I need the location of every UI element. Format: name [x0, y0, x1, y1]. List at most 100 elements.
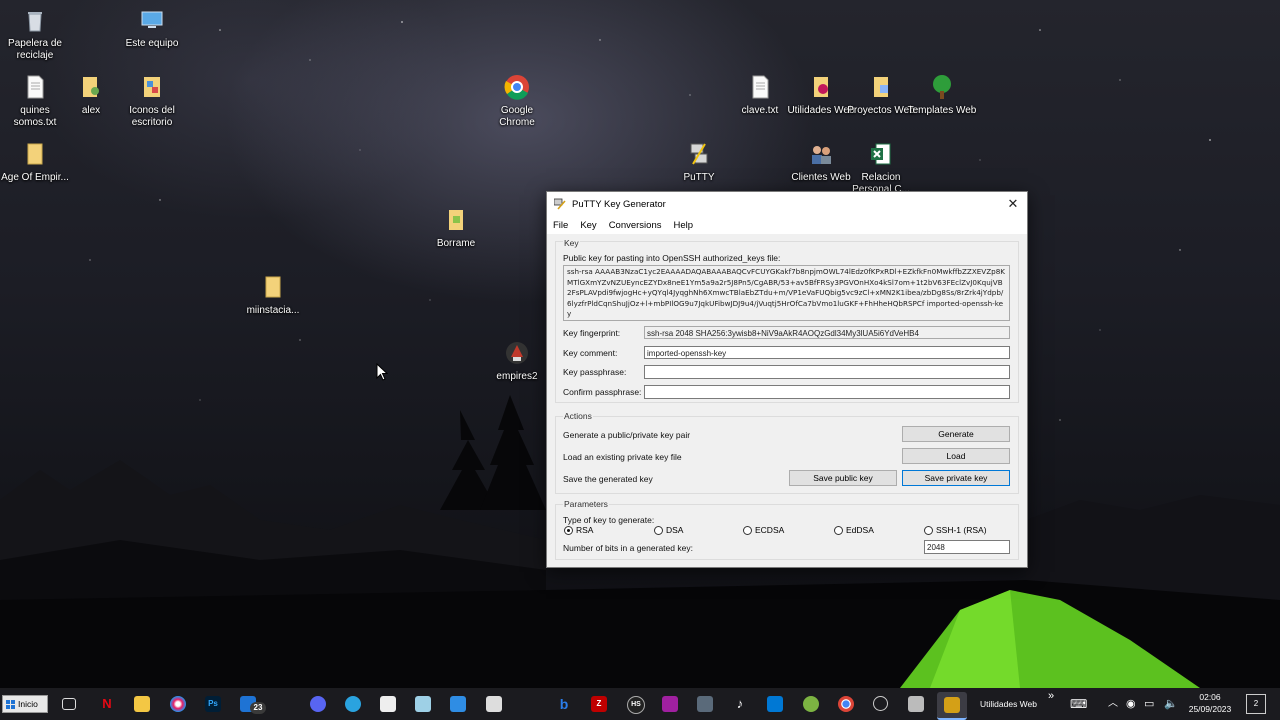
- start-label: Inicio: [18, 699, 38, 709]
- start-button[interactable]: Inicio: [2, 695, 48, 713]
- folder-icon: [265, 276, 281, 298]
- desktop-icon-clave-txt[interactable]: clave.txt: [725, 73, 795, 117]
- color-app-icon[interactable]: [166, 692, 190, 716]
- key-comment-field[interactable]: imported-openssh-key: [644, 346, 1010, 359]
- icon-label: miinstacia...: [246, 305, 300, 316]
- menu-conversions[interactable]: Conversions: [609, 220, 662, 231]
- folder-icon: [449, 210, 463, 230]
- task-view-icon[interactable]: [56, 692, 80, 716]
- radio-ssh1-rsa[interactable]: SSH-1 (RSA): [924, 525, 987, 535]
- icon-label: Borrame: [436, 238, 476, 249]
- photoshop-icon[interactable]: Ps: [201, 692, 225, 716]
- notepad-icon[interactable]: [411, 692, 435, 716]
- notification-center-icon[interactable]: 2: [1246, 694, 1266, 714]
- radio-rsa[interactable]: RSA: [564, 525, 593, 535]
- generate-text: Generate a public/private key pair: [563, 430, 691, 440]
- text-file-icon: [752, 75, 769, 99]
- generate-button[interactable]: Generate: [902, 426, 1010, 442]
- load-button[interactable]: Load: [902, 448, 1010, 464]
- public-key-textarea[interactable]: ssh-rsa AAAAB3NzaC1yc2EAAAADAQABAAABAQCv…: [563, 265, 1010, 321]
- desktop-icon-alex[interactable]: alex: [56, 73, 126, 117]
- parameters-group-label: Parameters: [563, 499, 609, 509]
- overflow-chevron-icon[interactable]: »: [1048, 686, 1054, 718]
- radio-dot: [654, 525, 663, 535]
- key-type-label: Type of key to generate:: [563, 515, 655, 525]
- clapper-icon[interactable]: [482, 692, 506, 716]
- radio-label: EdDSA: [846, 525, 874, 535]
- icon-label: Este equipo: [125, 38, 179, 49]
- radio-ecdsa[interactable]: ECDSA: [743, 525, 784, 535]
- chrome-icon: [504, 75, 529, 100]
- desktop-icon-recycle-bin[interactable]: Papelera de reciclaje: [0, 6, 70, 62]
- icon-label: clave.txt: [741, 105, 779, 116]
- key-passphrase-field[interactable]: [644, 365, 1010, 379]
- desktop-icon-google-chrome[interactable]: Google Chrome: [482, 73, 552, 129]
- radio-eddsa[interactable]: EdDSA: [834, 525, 874, 535]
- filezilla-icon[interactable]: Z: [587, 692, 611, 716]
- desktop-icon-templates-web[interactable]: Templates Web: [907, 73, 977, 117]
- file-explorer-icon[interactable]: [130, 692, 154, 716]
- desktop-icon-relacion-personal[interactable]: Relacion Personal C...: [846, 140, 916, 196]
- store-icon[interactable]: [376, 692, 400, 716]
- mouse-cursor-icon: [376, 363, 388, 381]
- putty-key-icon: [554, 198, 566, 210]
- camera-icon[interactable]: ◉: [1126, 688, 1136, 720]
- keyboard-icon[interactable]: ⌨: [1070, 688, 1087, 720]
- menu-help[interactable]: Help: [674, 220, 694, 231]
- fingerprint-field[interactable]: ssh-rsa 2048 SHA256:3ywisb8+NiV9aAkR4AOQ…: [644, 326, 1010, 339]
- tiktok-icon[interactable]: ♪: [728, 692, 752, 716]
- windows-logo-icon: [6, 699, 15, 709]
- menu-file[interactable]: File: [553, 220, 568, 231]
- terminal-icon[interactable]: [693, 692, 717, 716]
- close-icon[interactable]: ✕: [1005, 196, 1021, 212]
- desktop-icon-borrame[interactable]: Borrame: [421, 206, 491, 250]
- save-public-key-button[interactable]: Save public key: [789, 470, 897, 486]
- desktop-icon-putty[interactable]: PuTTY: [664, 140, 734, 184]
- desktop-icon-age-of-empires[interactable]: Age Of Empir...: [0, 140, 70, 184]
- purple-app-icon[interactable]: [658, 692, 682, 716]
- hs-app-icon[interactable]: HS: [623, 692, 647, 716]
- android-icon[interactable]: [799, 692, 823, 716]
- telegram-icon[interactable]: [341, 692, 365, 716]
- radio-dot: [743, 525, 752, 535]
- comment-label: Key comment:: [563, 348, 618, 358]
- confirm-passphrase-field[interactable]: [644, 385, 1010, 399]
- icon-label: Age Of Empir...: [1, 172, 69, 183]
- bits-field[interactable]: 2048: [924, 540, 1010, 554]
- icon-label: empires2: [496, 371, 538, 382]
- desktop-icon-this-pc[interactable]: Este equipo: [117, 6, 187, 50]
- radio-dot: [834, 525, 843, 535]
- menu-key[interactable]: Key: [580, 220, 596, 231]
- clock[interactable]: 02:06 25/09/2023: [1184, 691, 1236, 715]
- chevron-up-icon[interactable]: ︿: [1108, 688, 1118, 720]
- vscode-icon[interactable]: [763, 692, 787, 716]
- cloud-upload-icon[interactable]: [446, 692, 470, 716]
- obs-icon[interactable]: [869, 692, 893, 716]
- icon-label: Proyectos Web: [847, 105, 915, 116]
- netflix-icon[interactable]: N: [95, 692, 119, 716]
- public-key-label: Public key for pasting into OpenSSH auth…: [563, 253, 781, 263]
- bing-icon[interactable]: b: [552, 692, 576, 716]
- icon-label: Papelera de reciclaje: [8, 38, 62, 61]
- putty-taskbar-icon[interactable]: [904, 692, 928, 716]
- desktop-icon-empires2[interactable]: empires2: [482, 339, 552, 383]
- desktop-icon-proyectos-web[interactable]: Proyectos Web: [846, 73, 916, 117]
- discord-icon[interactable]: [306, 692, 330, 716]
- save-private-key-button[interactable]: Save private key: [902, 470, 1010, 486]
- folder-icon: [814, 77, 828, 97]
- tree-icon: [933, 75, 951, 99]
- network-icon[interactable]: ▭: [1144, 688, 1154, 720]
- passphrase-label: Key passphrase:: [563, 367, 627, 377]
- volume-icon[interactable]: 🔈: [1164, 688, 1178, 720]
- window-titlebar[interactable]: PuTTY Key Generator ✕: [547, 192, 1027, 216]
- puttygen-taskbar-icon[interactable]: [937, 692, 967, 720]
- desktop-icon-miinstacia[interactable]: miinstacia...: [238, 273, 308, 317]
- shortcut-icon: [144, 77, 160, 97]
- radio-dsa[interactable]: DSA: [654, 525, 683, 535]
- putty-icon: [690, 143, 708, 165]
- window-title: PuTTY Key Generator: [572, 198, 666, 210]
- chrome-taskbar-icon[interactable]: [834, 692, 858, 716]
- active-window-label[interactable]: Utilidades Web: [980, 688, 1037, 720]
- desktop-icon-iconos-escritorio[interactable]: Iconos del escritorio: [117, 73, 187, 129]
- confirm-label: Confirm passphrase:: [563, 387, 642, 397]
